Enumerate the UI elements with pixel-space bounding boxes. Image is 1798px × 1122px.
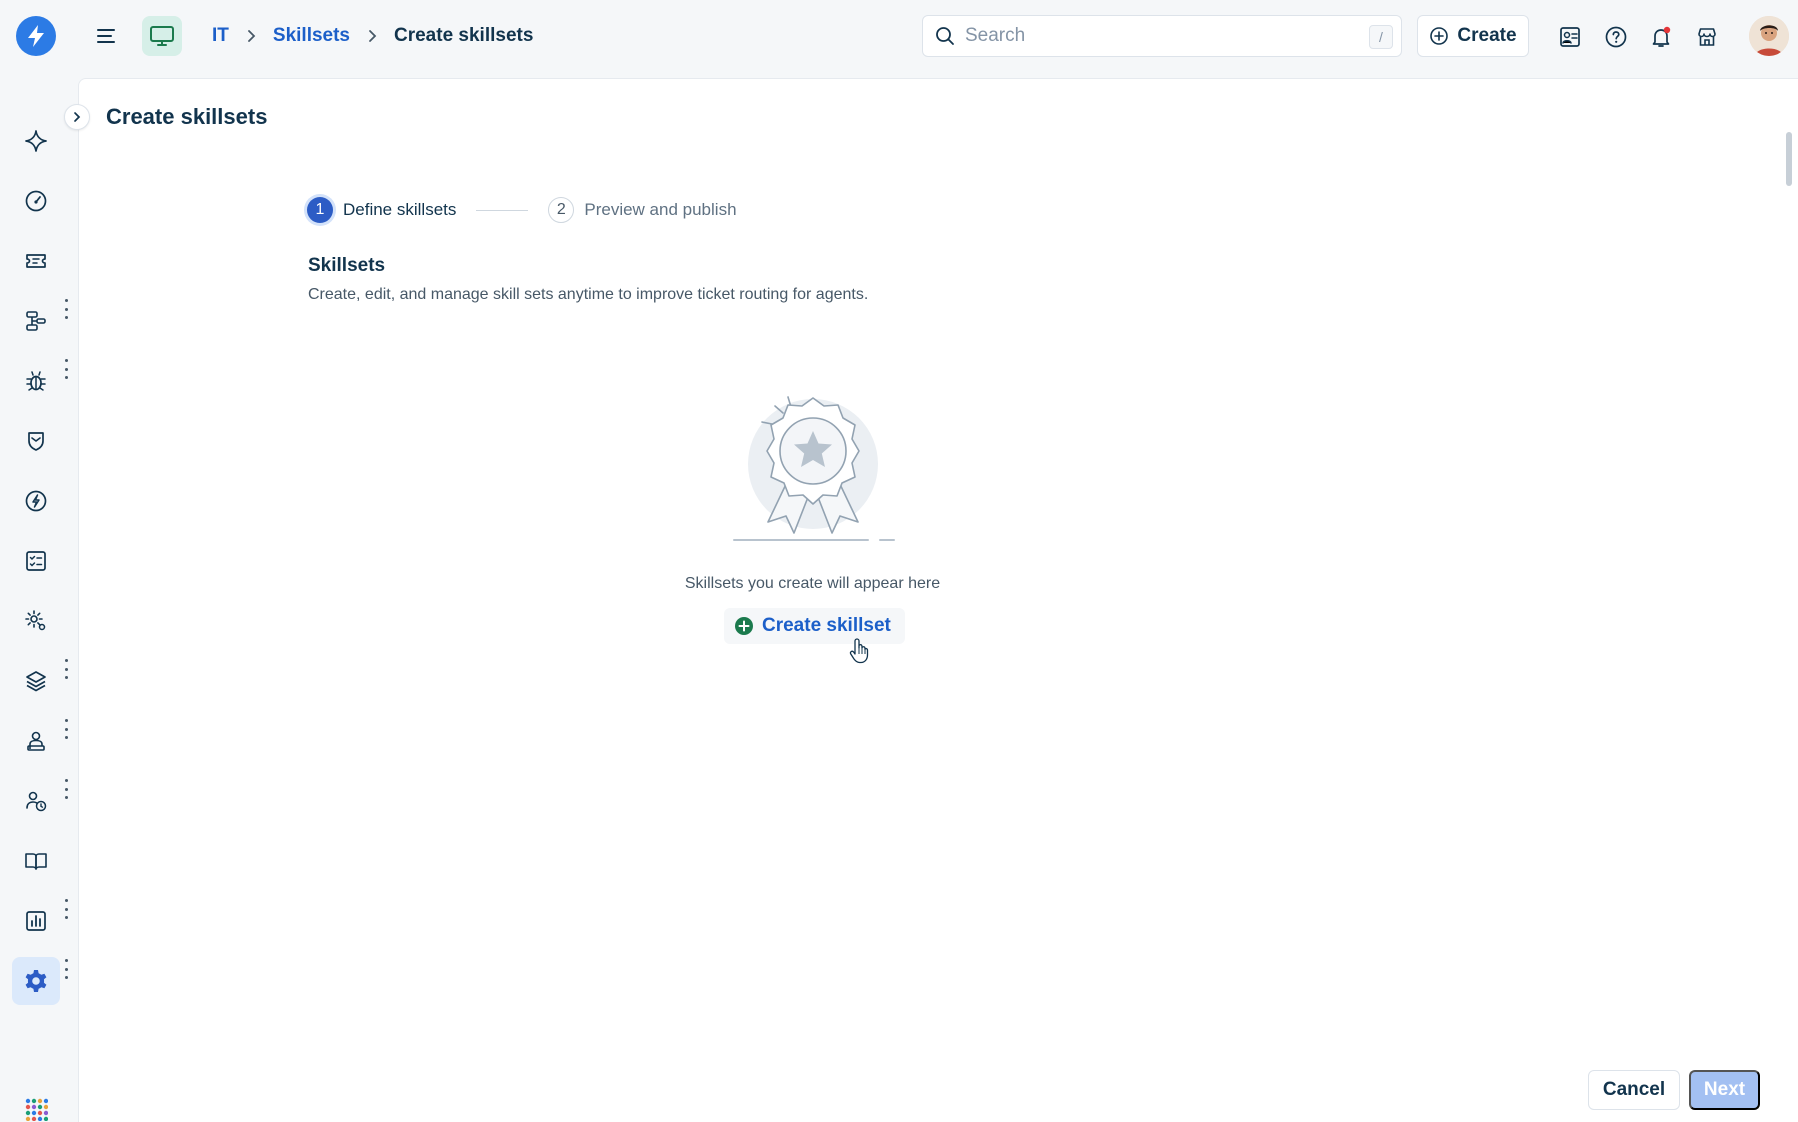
- sparkle-icon: [25, 130, 47, 152]
- ticket-icon: [26, 254, 46, 268]
- apps-launcher[interactable]: [12, 1085, 60, 1122]
- sidebar-item-reports[interactable]: [12, 897, 60, 945]
- page-title: Create skillsets: [106, 104, 268, 129]
- step-2-number: 2: [548, 197, 575, 223]
- dashboard-gauge-icon: [25, 190, 47, 212]
- help-icon[interactable]: [1603, 24, 1629, 50]
- hand-cursor-icon: [849, 638, 869, 664]
- reports-icon: [26, 911, 46, 931]
- chevron-right-icon: [360, 24, 384, 48]
- lightning-icon: [28, 25, 44, 47]
- empty-state-text: Skillsets you create will appear here: [684, 575, 941, 592]
- contact-card-icon[interactable]: [1557, 24, 1583, 50]
- user-clock-icon: [26, 791, 47, 812]
- menu-icon[interactable]: [94, 24, 118, 48]
- sidebar-more-service-desk[interactable]: [62, 779, 70, 799]
- search-shortcut: /: [1369, 25, 1393, 49]
- settings-gear-icon: [25, 970, 47, 992]
- breadcrumb-skillsets[interactable]: Skillsets: [273, 25, 350, 47]
- chevron-right-icon: [74, 112, 81, 122]
- sidebar-item-changes[interactable]: [12, 477, 60, 525]
- sidebar-more-reports[interactable]: [62, 959, 70, 979]
- sidebar-item-knowledge-base[interactable]: [12, 837, 60, 885]
- search-box[interactable]: /: [922, 15, 1402, 57]
- create-button-label: Create: [1457, 25, 1517, 46]
- marketplace-store-icon[interactable]: [1694, 24, 1720, 50]
- layers-icon: [26, 671, 46, 692]
- next-button[interactable]: Next: [1689, 1070, 1760, 1110]
- section-description: Create, edit, and manage skill sets anyt…: [308, 286, 869, 303]
- step-2-label[interactable]: Preview and publish: [584, 200, 736, 220]
- sidebar-item-service-desk[interactable]: [12, 717, 60, 765]
- search-icon: [936, 27, 954, 45]
- monitor-icon: [150, 26, 174, 46]
- sidebar-item-admin[interactable]: [12, 957, 60, 1005]
- user-avatar[interactable]: [1749, 16, 1789, 56]
- stepper: 1 Define skillsets 2 Preview and publish: [307, 196, 737, 224]
- checklist-icon: [26, 551, 46, 571]
- sidebar-item-workflows[interactable]: [12, 297, 60, 345]
- notification-bell-icon[interactable]: [1648, 24, 1674, 50]
- expand-panel-button[interactable]: [64, 104, 90, 130]
- search-input[interactable]: [965, 25, 1355, 47]
- step-connector: [476, 209, 529, 211]
- main-scrollbar[interactable]: [1786, 132, 1792, 186]
- sidebar-more-knowledge-base[interactable]: [62, 899, 70, 919]
- cancel-button[interactable]: Cancel: [1588, 1070, 1680, 1110]
- workflow-icon: [26, 311, 46, 331]
- create-skillset-button[interactable]: Create skillset: [724, 608, 905, 644]
- step-1-number: 1: [307, 197, 333, 223]
- sidebar-more-tickets[interactable]: [62, 299, 70, 319]
- sidebar-item-problems[interactable]: [12, 357, 60, 405]
- bug-icon: [26, 371, 46, 391]
- apps-grid-icon: [25, 1098, 48, 1121]
- section-title: Skillsets: [308, 255, 386, 276]
- step-1-label[interactable]: Define skillsets: [343, 200, 456, 220]
- add-circle-icon: [735, 617, 753, 635]
- automation-gear-icon: [25, 610, 46, 631]
- agent-desk-icon: [27, 731, 45, 751]
- create-button[interactable]: Create: [1417, 15, 1529, 57]
- app-logo[interactable]: [16, 16, 56, 56]
- award-badge-illustration: [728, 392, 896, 544]
- top-bar: IT Skillsets Create skillsets / Create: [0, 0, 1798, 72]
- chevron-right-icon: [239, 24, 263, 48]
- side-navigation: [0, 72, 76, 1122]
- main-panel: [78, 78, 1798, 1122]
- sidebar-item-agents[interactable]: [12, 777, 60, 825]
- sidebar-more-workflows[interactable]: [62, 359, 70, 379]
- breadcrumb: IT Skillsets Create skillsets: [212, 24, 533, 48]
- sidebar-item-freddy-ai[interactable]: [12, 117, 60, 165]
- sidebar-more-assets[interactable]: [62, 719, 70, 739]
- book-icon: [25, 853, 47, 870]
- change-icon: [25, 490, 47, 512]
- breadcrumb-current: Create skillsets: [394, 25, 534, 46]
- sidebar-item-security[interactable]: [12, 417, 60, 465]
- sidebar-item-dashboard[interactable]: [12, 177, 60, 225]
- workspace-switcher[interactable]: [142, 16, 182, 56]
- sidebar-more-automation[interactable]: [62, 659, 70, 679]
- shield-icon: [28, 432, 44, 451]
- breadcrumb-it[interactable]: IT: [212, 25, 229, 47]
- sidebar-item-tickets[interactable]: [12, 237, 60, 285]
- sidebar-item-automation[interactable]: [12, 597, 60, 645]
- sidebar-item-assets[interactable]: [12, 657, 60, 705]
- create-skillset-label: Create skillset: [762, 615, 891, 636]
- plus-circle-icon: [1430, 27, 1449, 45]
